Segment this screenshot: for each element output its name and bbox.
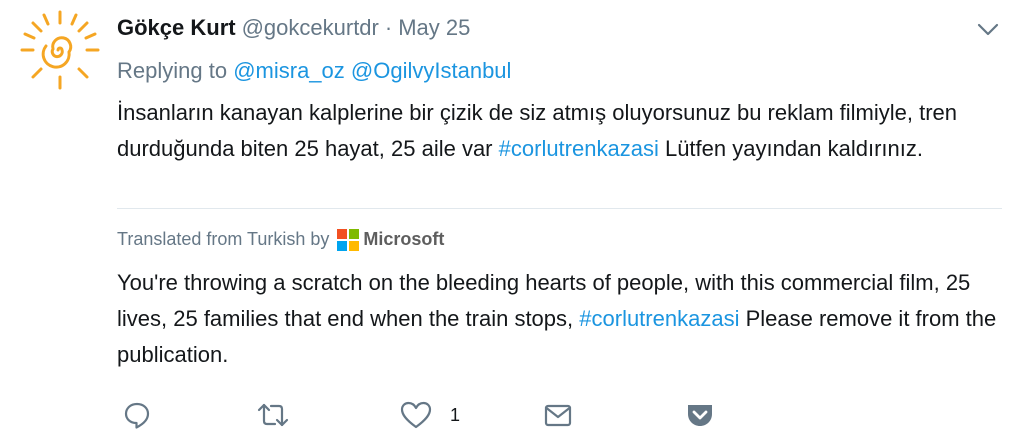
translated-label: Translated from Turkish by xyxy=(117,229,330,249)
reply-mention-1[interactable]: @misra_oz xyxy=(233,58,345,83)
retweet-icon xyxy=(257,403,289,427)
tweet-date[interactable]: May 25 xyxy=(398,15,470,40)
replying-to-label: Replying to xyxy=(117,58,228,83)
like-button[interactable]: 1 xyxy=(400,400,460,430)
replying-to-line: Replying to @misra_oz @OgilvyIstanbul xyxy=(117,57,511,85)
hashtag-link[interactable]: #corlutrenkazasi xyxy=(499,136,659,161)
envelope-icon xyxy=(544,404,572,427)
retweet-button[interactable] xyxy=(256,400,290,430)
more-options-chevron-down-icon[interactable] xyxy=(977,22,999,38)
pocket-button[interactable] xyxy=(685,400,715,430)
tweet-text-part-2: Lütfen yayından kaldırınız. xyxy=(664,136,924,161)
avatar[interactable] xyxy=(20,10,100,90)
tweet-header: Gökçe Kurt @gokcekurtdr · May 25 xyxy=(117,14,470,42)
direct-message-button[interactable] xyxy=(543,400,573,430)
like-count: 1 xyxy=(450,404,461,425)
sun-spiral-avatar-icon xyxy=(20,10,100,90)
tweet-action-bar: 1 xyxy=(0,400,1024,434)
heart-icon xyxy=(400,401,432,429)
display-name[interactable]: Gökçe Kurt xyxy=(117,15,236,40)
reply-icon xyxy=(124,402,150,429)
translation-provider[interactable]: Microsoft xyxy=(363,226,444,252)
user-handle[interactable]: @gokcekurtdr xyxy=(242,15,379,40)
separator-dot: · xyxy=(384,15,393,40)
tweet-text: İnsanların kanayan kalplerine bir çizik … xyxy=(117,95,997,167)
translated-hashtag-link[interactable]: #corlutrenkazasi xyxy=(579,306,739,331)
pocket-icon xyxy=(688,405,712,426)
divider xyxy=(117,208,1002,209)
reply-mention-2[interactable]: @OgilvyIstanbul xyxy=(351,58,512,83)
microsoft-logo-icon xyxy=(337,229,360,251)
reply-button[interactable] xyxy=(122,400,152,430)
translated-text: You're throwing a scratch on the bleedin… xyxy=(117,265,1007,373)
translation-attribution: Translated from Turkish by Microsoft xyxy=(117,226,444,252)
